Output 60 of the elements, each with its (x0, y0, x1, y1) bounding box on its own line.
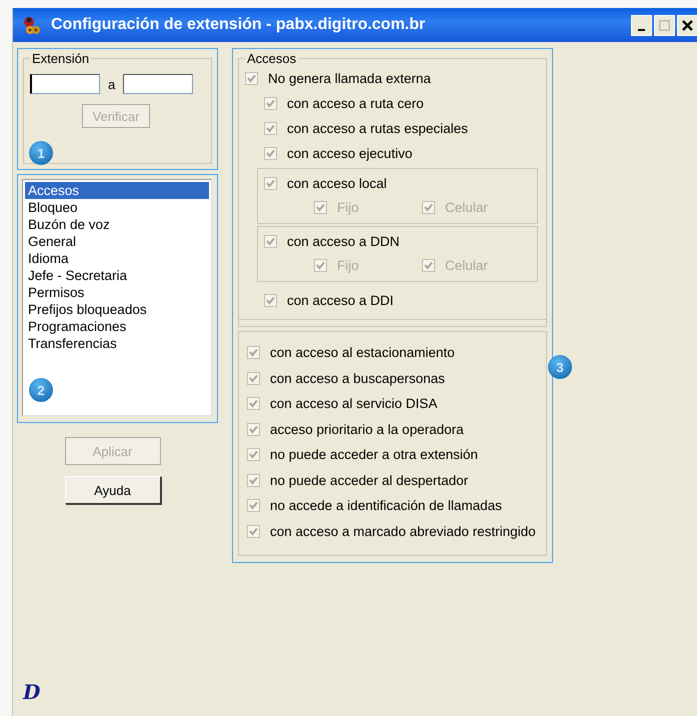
checkbox[interactable] (247, 346, 260, 360)
step-badge: 3 (548, 355, 572, 379)
checkbox[interactable] (264, 234, 277, 248)
list-item[interactable]: Bloqueo (25, 199, 209, 216)
checkbox-label: con acceso al servicio DISA (270, 396, 438, 412)
list-item[interactable]: Buzón de voz (25, 216, 209, 233)
checkbox[interactable] (245, 72, 258, 85)
checkbox[interactable] (247, 474, 260, 487)
checkbox[interactable] (247, 397, 260, 410)
close-icon (682, 20, 693, 31)
checkbox-label: con acceso a DDI (287, 293, 394, 308)
checkbox-label: con acceso a buscapersonas (270, 370, 445, 386)
checkbox-label: acceso prioritario a la operadora (270, 422, 464, 437)
list-item[interactable]: Prefijos bloqueados (25, 301, 209, 318)
checkbox[interactable] (247, 422, 260, 436)
dialog-button[interactable]: Ayuda (64, 476, 160, 504)
checkbox[interactable] (247, 524, 260, 538)
checkbox[interactable] (247, 372, 260, 385)
checkbox[interactable] (247, 448, 260, 462)
checkbox[interactable] (264, 122, 277, 135)
group-title: Extensión (31, 51, 90, 66)
minimize-button[interactable] (631, 15, 652, 36)
checkbox-label: no puede acceder a otra extensión (270, 447, 478, 462)
checkbox-label: Fijo (337, 258, 359, 272)
checkbox-label: Celular (445, 258, 488, 272)
checkbox-label: Celular (445, 200, 488, 214)
checkbox-label: no puede acceder al despertador (270, 472, 468, 488)
logo: D (23, 680, 40, 704)
maximize-icon (659, 20, 670, 31)
list-item[interactable]: Jefe - Secretaria (25, 267, 209, 284)
close-button[interactable] (677, 15, 697, 36)
list-item[interactable]: Programaciones (25, 318, 209, 335)
checkbox[interactable] (264, 176, 277, 190)
checkbox-label: con acceso a rutas especiales (287, 121, 468, 136)
list-item[interactable]: Transferencias (25, 335, 209, 352)
checkbox-label: con acceso al estacionamiento (270, 345, 455, 360)
list-item[interactable]: General (25, 233, 209, 250)
list-item[interactable]: Accesos (25, 182, 209, 199)
list-item[interactable]: Idioma (25, 250, 209, 267)
checkbox-label: No genera llamada externa (268, 71, 431, 86)
checkbox-label: con acceso ejecutivo (287, 146, 412, 161)
checkbox-label: Fijo (337, 200, 359, 214)
checkbox[interactable] (264, 147, 277, 160)
checkbox[interactable] (264, 294, 277, 307)
checkbox[interactable] (264, 97, 277, 110)
checkbox[interactable] (247, 499, 260, 512)
checkbox-label: con acceso a marcado abreviado restringido (270, 524, 536, 539)
checkbox-label: no accede a identificación de llamadas (270, 498, 502, 514)
extension-field[interactable] (30, 74, 100, 94)
checkbox-label: con acceso a ruta cero (287, 96, 424, 111)
app-icon (21, 15, 41, 35)
checkbox-label: con acceso a DDN (287, 234, 400, 248)
step-badge: 1 (29, 141, 53, 165)
minimize-icon (638, 29, 645, 31)
list-item[interactable]: Permisos (25, 284, 209, 301)
checkbox-label: con acceso local (287, 176, 387, 190)
group-title: Accesos (246, 51, 298, 66)
window-title: Configuración de extensión - pabx.digitro.com.br (51, 16, 426, 34)
range-separator: a (108, 76, 116, 92)
extension-field[interactable] (123, 74, 194, 94)
